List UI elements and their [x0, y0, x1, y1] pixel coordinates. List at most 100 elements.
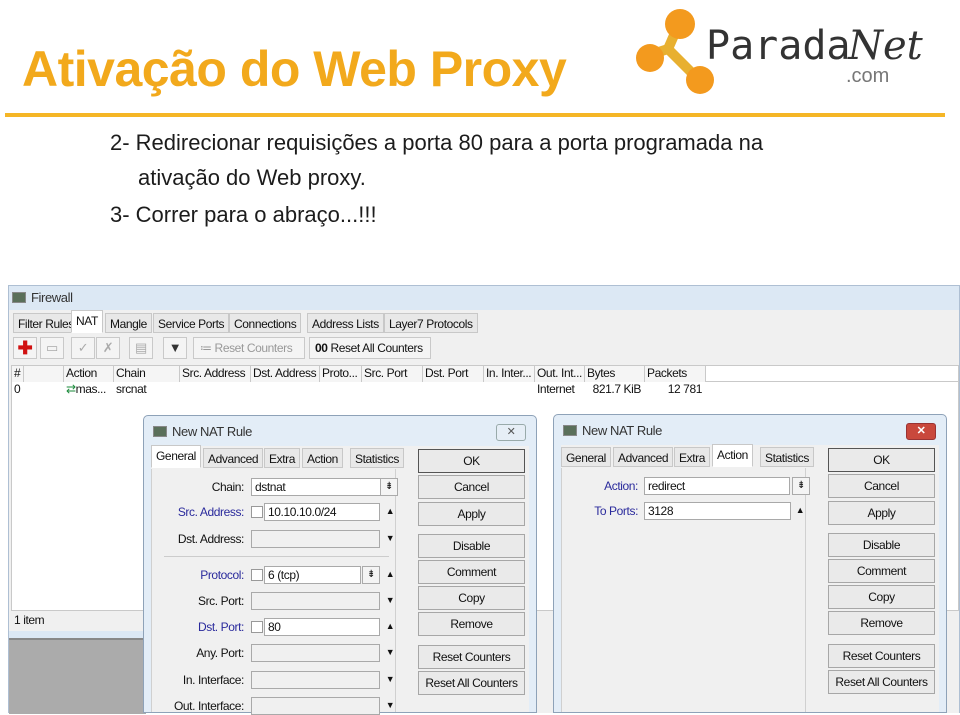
expand-down-icon[interactable]: ▼	[384, 647, 396, 657]
table-row[interactable]: 0 ⇄mas... srcnat Internet 821.7 KiB 12 781	[12, 382, 958, 396]
reset-all-icon: 00	[315, 341, 328, 355]
protocol-input[interactable]: 6 (tcp)	[264, 566, 361, 584]
reset-counters-button[interactable]: Reset Counters	[418, 645, 525, 669]
column-header[interactable]: Chain	[114, 366, 180, 382]
collapse-up-icon[interactable]: ▲	[384, 569, 396, 579]
column-header[interactable]: Action	[64, 366, 114, 382]
expand-down-icon[interactable]: ▼	[384, 700, 396, 710]
dialog-title: New NAT Rule	[582, 423, 662, 438]
negate-checkbox[interactable]	[251, 506, 263, 518]
apply-button[interactable]: Apply	[418, 502, 525, 526]
close-button[interactable]: ✕	[906, 423, 936, 440]
comment-button[interactable]: Comment	[418, 560, 525, 584]
remove-button[interactable]: Remove	[418, 612, 525, 636]
remove-icon[interactable]: ▭	[40, 337, 64, 359]
any-port-label: Any. Port:	[196, 646, 244, 660]
column-header[interactable]: Src. Port	[362, 366, 423, 382]
out-interface-input[interactable]	[251, 697, 380, 715]
text-line-2: ativação do Web proxy.	[138, 165, 366, 190]
window-icon	[153, 426, 167, 437]
paradanet-logo: Parada Net .com	[628, 4, 928, 96]
column-header[interactable]: Dst. Address	[251, 366, 320, 382]
dropdown-icon[interactable]: ⇟	[380, 478, 398, 496]
column-header[interactable]	[24, 366, 64, 382]
tab-extra[interactable]: Extra	[674, 447, 711, 467]
tab-mangle[interactable]: Mangle	[105, 313, 152, 333]
any-port-input[interactable]	[251, 644, 380, 662]
column-header[interactable]: Out. Int...	[535, 366, 585, 382]
disable-icon[interactable]: ✗	[96, 337, 120, 359]
reset-counters-button[interactable]: Reset Counters	[828, 644, 935, 668]
add-icon[interactable]: ✚	[13, 337, 37, 359]
tab-extra[interactable]: Extra	[264, 448, 301, 468]
dst-address-label: Dst. Address:	[177, 532, 245, 546]
tab-connections[interactable]: Connections	[229, 313, 302, 333]
table-cell: ⇄mas...	[64, 382, 114, 396]
column-header[interactable]: Proto...	[320, 366, 362, 382]
remove-button[interactable]: Remove	[828, 611, 935, 635]
column-header[interactable]: Packets	[645, 366, 706, 382]
tab-advanced[interactable]: Advanced	[613, 447, 674, 467]
apply-button[interactable]: Apply	[828, 501, 935, 525]
collapse-up-icon[interactable]: ▲	[384, 621, 396, 631]
tab-action[interactable]: Action	[712, 444, 753, 467]
column-header[interactable]: Dst. Port	[423, 366, 484, 382]
ok-button[interactable]: OK	[828, 448, 935, 472]
negate-checkbox[interactable]	[251, 569, 263, 581]
reset-all-counters-button[interactable]: Reset All Counters	[828, 670, 935, 694]
action-input[interactable]: redirect	[644, 477, 790, 495]
negate-checkbox[interactable]	[251, 621, 263, 633]
disable-button[interactable]: Disable	[828, 533, 935, 557]
tab-nat[interactable]: NAT	[71, 310, 103, 333]
tab-layer7-protocols[interactable]: Layer7 Protocols	[384, 313, 478, 333]
dst-address-input[interactable]	[251, 530, 380, 548]
table-cell	[251, 382, 320, 396]
in-interface-input[interactable]	[251, 671, 380, 689]
tab-general[interactable]: General	[151, 445, 201, 468]
tab-advanced[interactable]: Advanced	[203, 448, 264, 468]
to-ports-input[interactable]: 3128	[644, 502, 791, 520]
reset-all-counters-button[interactable]: 00 Reset All Counters	[309, 337, 431, 359]
tab-service-ports[interactable]: Service Ports	[153, 313, 230, 333]
column-header[interactable]: #	[12, 366, 24, 382]
comment-icon[interactable]: ▤	[129, 337, 153, 359]
copy-button[interactable]: Copy	[418, 586, 525, 610]
expand-down-icon[interactable]: ▼	[384, 595, 396, 605]
disable-button[interactable]: Disable	[418, 534, 525, 558]
column-header[interactable]: Bytes	[585, 366, 645, 382]
action-value: mas...	[75, 382, 107, 396]
tab-action[interactable]: Action	[302, 448, 343, 468]
tab-address-lists[interactable]: Address Lists	[307, 313, 384, 333]
tab-statistics[interactable]: Statistics	[350, 448, 405, 468]
column-header[interactable]: Src. Address	[180, 366, 251, 382]
expand-down-icon[interactable]: ▼	[384, 533, 396, 543]
reset-counters-button[interactable]: ≔ Reset Counters	[193, 337, 305, 359]
table-cell: 0	[14, 382, 21, 396]
dropdown-icon[interactable]: ⇟	[792, 477, 810, 495]
enable-icon[interactable]: ✓	[71, 337, 95, 359]
reset-all-counters-button[interactable]: Reset All Counters	[418, 671, 525, 695]
ok-button[interactable]: OK	[418, 449, 525, 473]
cancel-button[interactable]: Cancel	[418, 475, 525, 499]
protocol-label: Protocol:	[200, 568, 244, 582]
copy-button[interactable]: Copy	[828, 585, 935, 609]
column-header[interactable]: In. Inter...	[484, 366, 535, 382]
comment-button[interactable]: Comment	[828, 559, 935, 583]
chain-input[interactable]: dstnat	[251, 478, 391, 496]
src-address-input[interactable]: 10.10.10.0/24	[264, 503, 380, 521]
dropdown-icon[interactable]: ⇟	[362, 566, 380, 584]
expand-down-icon[interactable]: ▼	[384, 674, 396, 684]
table-cell	[180, 382, 251, 396]
tab-general[interactable]: General	[561, 447, 611, 467]
src-port-input[interactable]	[251, 592, 380, 610]
reset-all-counters-label: Reset All Counters	[330, 341, 424, 355]
tab-statistics[interactable]: Statistics	[760, 447, 815, 467]
collapse-up-icon[interactable]: ▲	[794, 505, 806, 515]
close-button[interactable]: ✕	[496, 424, 526, 441]
table-cell: 12 781	[667, 382, 703, 396]
tab-filter-rules[interactable]: Filter Rules	[13, 313, 79, 333]
collapse-up-icon[interactable]: ▲	[384, 506, 396, 516]
dst-port-input[interactable]: 80	[264, 618, 380, 636]
filter-icon[interactable]: ▼	[163, 337, 187, 359]
cancel-button[interactable]: Cancel	[828, 474, 935, 498]
